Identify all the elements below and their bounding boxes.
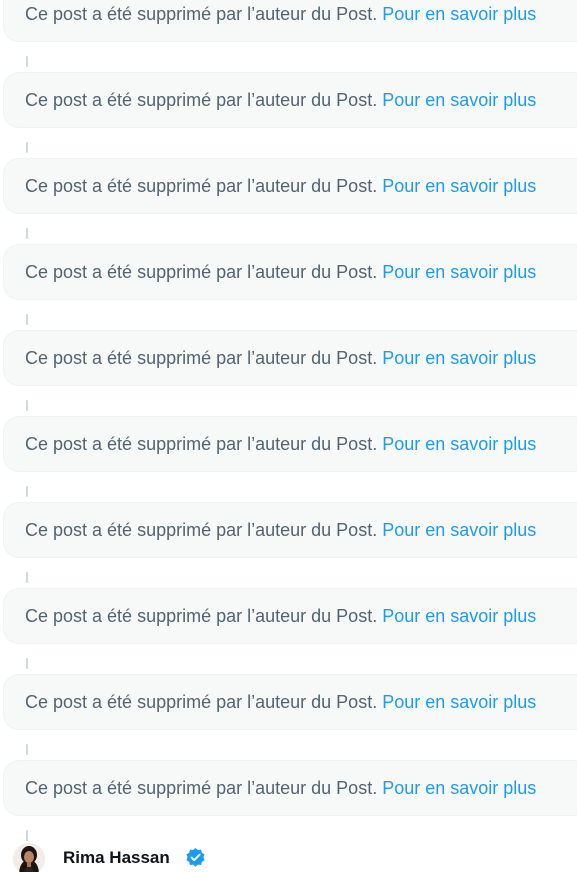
deleted-post-notice: Ce post a été supprimé par l’auteur du P…: [3, 674, 577, 730]
deleted-post-text: Ce post a été supprimé par l’auteur du P…: [25, 261, 378, 282]
deleted-post-notice: Ce post a été supprimé par l’auteur du P…: [3, 244, 577, 300]
author-name[interactable]: Rima Hassan: [63, 848, 170, 868]
learn-more-link[interactable]: Pour en savoir plus: [382, 176, 536, 197]
author-avatar[interactable]: [13, 843, 45, 872]
learn-more-link[interactable]: Pour en savoir plus: [382, 434, 536, 455]
thread-connector-line: [26, 142, 28, 153]
deleted-post-notice: Ce post a été supprimé par l’auteur du P…: [3, 330, 577, 386]
learn-more-link[interactable]: Pour en savoir plus: [382, 778, 536, 799]
deleted-post-text: Ce post a été supprimé par l’auteur du P…: [25, 347, 378, 368]
learn-more-link[interactable]: Pour en savoir plus: [382, 90, 536, 111]
deleted-post-notice: Ce post a été supprimé par l’auteur du P…: [3, 416, 577, 472]
deleted-post-notice: Ce post a été supprimé par l’auteur du P…: [3, 0, 577, 42]
deleted-post-text: Ce post a été supprimé par l’auteur du P…: [25, 433, 378, 454]
thread-connector-line: [26, 658, 28, 669]
deleted-post-notice: Ce post a été supprimé par l’auteur du P…: [3, 588, 577, 644]
thread-connector-line: [26, 56, 28, 67]
thread-connector-line: [26, 744, 28, 755]
thread-connector-line: [26, 400, 28, 411]
learn-more-link[interactable]: Pour en savoir plus: [382, 692, 536, 713]
learn-more-link[interactable]: Pour en savoir plus: [382, 606, 536, 627]
deleted-post-notice: Ce post a été supprimé par l’auteur du P…: [3, 158, 577, 214]
user-avatar-icon: [13, 843, 45, 872]
learn-more-link[interactable]: Pour en savoir plus: [382, 348, 536, 369]
thread-connector-line: [26, 228, 28, 239]
deleted-post-notice: Ce post a été supprimé par l’auteur du P…: [3, 760, 577, 816]
verified-badge-icon: [186, 847, 205, 867]
deleted-post-text: Ce post a été supprimé par l’auteur du P…: [25, 605, 378, 626]
deleted-post-text: Ce post a été supprimé par l’auteur du P…: [25, 777, 378, 798]
deleted-post-text: Ce post a été supprimé par l’auteur du P…: [25, 3, 378, 24]
learn-more-link[interactable]: Pour en savoir plus: [382, 262, 536, 283]
thread-connector-line: [26, 314, 28, 325]
deleted-post-text: Ce post a été supprimé par l’auteur du P…: [25, 89, 378, 110]
learn-more-link[interactable]: Pour en savoir plus: [382, 520, 536, 541]
thread-connector-line: [26, 486, 28, 497]
deleted-post-text: Ce post a été supprimé par l’auteur du P…: [25, 691, 378, 712]
deleted-post-notice: Ce post a été supprimé par l’auteur du P…: [3, 72, 577, 128]
deleted-post-text: Ce post a été supprimé par l’auteur du P…: [25, 519, 378, 540]
post-author-row: Rima Hassan: [0, 840, 577, 872]
learn-more-link[interactable]: Pour en savoir plus: [382, 4, 536, 25]
thread-container: Ce post a été supprimé par l’auteur du P…: [0, 0, 577, 872]
deleted-post-notice: Ce post a été supprimé par l’auteur du P…: [3, 502, 577, 558]
thread-connector-line: [26, 572, 28, 583]
deleted-post-text: Ce post a été supprimé par l’auteur du P…: [25, 175, 378, 196]
